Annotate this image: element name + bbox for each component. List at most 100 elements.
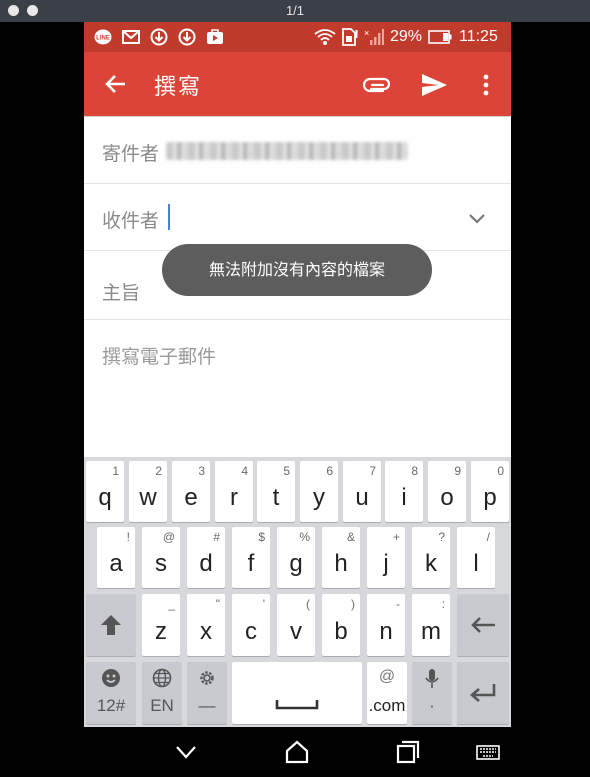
key-hint: $ (258, 530, 265, 544)
key-letter: g (289, 550, 303, 577)
svg-text:×: × (364, 28, 369, 38)
battery-icon (428, 28, 452, 46)
from-label: 寄件者 (102, 143, 160, 165)
key-hint: ) (351, 597, 355, 611)
key-hint: 1 (112, 464, 119, 478)
key-y[interactable]: 6y (300, 461, 338, 522)
send-icon[interactable] (419, 70, 449, 100)
download-icon (178, 28, 196, 46)
symbols-key[interactable]: 12# (86, 662, 136, 724)
key-b[interactable]: ) b (322, 594, 360, 656)
to-field[interactable]: 收件者 (84, 184, 511, 251)
key-e[interactable]: 3e (172, 461, 210, 522)
key-hint: # (213, 530, 220, 544)
key-k[interactable]: ? k (412, 527, 450, 588)
space-key[interactable] (232, 662, 362, 724)
key-letter: n (379, 618, 393, 645)
key-hint: 7 (369, 464, 376, 478)
key-l[interactable]: / l (457, 527, 495, 588)
enter-key[interactable] (457, 662, 509, 724)
key-letter: s (155, 550, 167, 577)
download-icon (150, 28, 168, 46)
key-n[interactable]: -n (367, 594, 405, 656)
microphone-icon (412, 668, 452, 690)
symbols-label: 12# (96, 696, 126, 715)
shift-arrow-icon (86, 594, 136, 656)
back-arrow-icon[interactable] (102, 70, 130, 98)
key-hint: 5 (283, 464, 290, 478)
language-label: EN (150, 696, 174, 715)
system-nav-bar (84, 727, 511, 777)
toast-message: 無法附加沒有內容的檔案 (162, 244, 432, 296)
text-cursor (168, 204, 170, 230)
key-letter: j (383, 550, 389, 577)
key-hint: 4 (241, 464, 248, 478)
key-letter: d (199, 550, 213, 577)
language-key[interactable]: EN (142, 662, 182, 724)
from-field[interactable]: 寄件者 (84, 117, 511, 184)
key-c[interactable]: ' c (232, 594, 270, 656)
phone-screen: LINE × 29% 11:25 撰寫 寄件者 收件者 主旨 撰寫電子郵件 無法… (84, 22, 511, 777)
at-label: @ (378, 668, 396, 685)
backspace-key[interactable] (457, 594, 509, 656)
attach-icon[interactable] (362, 70, 392, 100)
voice-dot: · (429, 696, 435, 715)
key-letter: q (98, 484, 112, 511)
more-options-icon[interactable] (471, 70, 501, 100)
key-f[interactable]: $ f (232, 527, 270, 588)
key-w[interactable]: 2w (129, 461, 167, 522)
key-letter: f (247, 550, 255, 577)
key-letter: z (155, 618, 167, 645)
gmail-icon (122, 28, 140, 46)
chevron-down-icon[interactable] (465, 206, 489, 230)
key-p[interactable]: 0p (471, 461, 509, 522)
key-r[interactable]: 4r (215, 461, 253, 522)
wifi-icon (314, 28, 336, 46)
voice-key[interactable]: · (412, 662, 452, 724)
key-hint: ? (438, 530, 445, 544)
key-i[interactable]: 8i (385, 461, 423, 522)
line-icon: LINE (94, 28, 112, 46)
key-letter: e (184, 484, 198, 511)
key-h[interactable]: & h (322, 527, 360, 588)
subject-label: 主旨 (102, 282, 141, 304)
body-input[interactable]: 撰寫電子郵件 (102, 342, 216, 369)
key-d[interactable]: # d (187, 527, 225, 588)
shift-key[interactable] (86, 594, 136, 656)
key-s[interactable]: @ s (142, 527, 180, 588)
sim-icon (340, 28, 358, 46)
to-label: 收件者 (102, 210, 160, 232)
key-z[interactable]: _ z (142, 594, 180, 656)
play-store-icon (206, 28, 224, 46)
page-title: 撰寫 (154, 75, 203, 100)
key-hint: ( (306, 597, 310, 611)
key-q[interactable]: 1q (86, 461, 124, 522)
key-m[interactable]: :m (412, 594, 450, 656)
key-letter: m (421, 618, 441, 645)
soft-keyboard: 1q 2w 3e 4r 5t 6y 7u 8i 9o 0p ! a @ s # d $… (84, 457, 511, 727)
status-bar: LINE × 29% 11:25 (84, 22, 511, 52)
key-letter: p (483, 484, 497, 511)
key-v[interactable]: (v (277, 594, 315, 656)
key-hint: ' (262, 597, 265, 611)
key-x[interactable]: " x (187, 594, 225, 656)
nav-recent-apps-icon[interactable] (395, 739, 421, 765)
key-hint: : (441, 597, 445, 611)
signal-icon: × (364, 28, 384, 46)
key-hint: 0 (497, 464, 504, 478)
dotcom-key[interactable]: @ .com (367, 662, 407, 724)
key-t[interactable]: 5t (257, 461, 295, 522)
key-a[interactable]: ! a (97, 527, 135, 588)
key-hint: % (299, 530, 310, 544)
key-hint: ! (126, 530, 130, 544)
nav-back-chevron-icon[interactable] (173, 739, 199, 765)
key-letter: u (355, 484, 369, 511)
key-j[interactable]: + j (367, 527, 405, 588)
nav-home-icon[interactable] (284, 739, 310, 765)
key-u[interactable]: 7u (343, 461, 381, 522)
key-o[interactable]: 9o (428, 461, 466, 522)
nav-keyboard-icon[interactable] (475, 739, 501, 765)
key-letter: k (425, 550, 437, 577)
settings-key[interactable]: — (187, 662, 227, 724)
key-g[interactable]: % g (277, 527, 315, 588)
